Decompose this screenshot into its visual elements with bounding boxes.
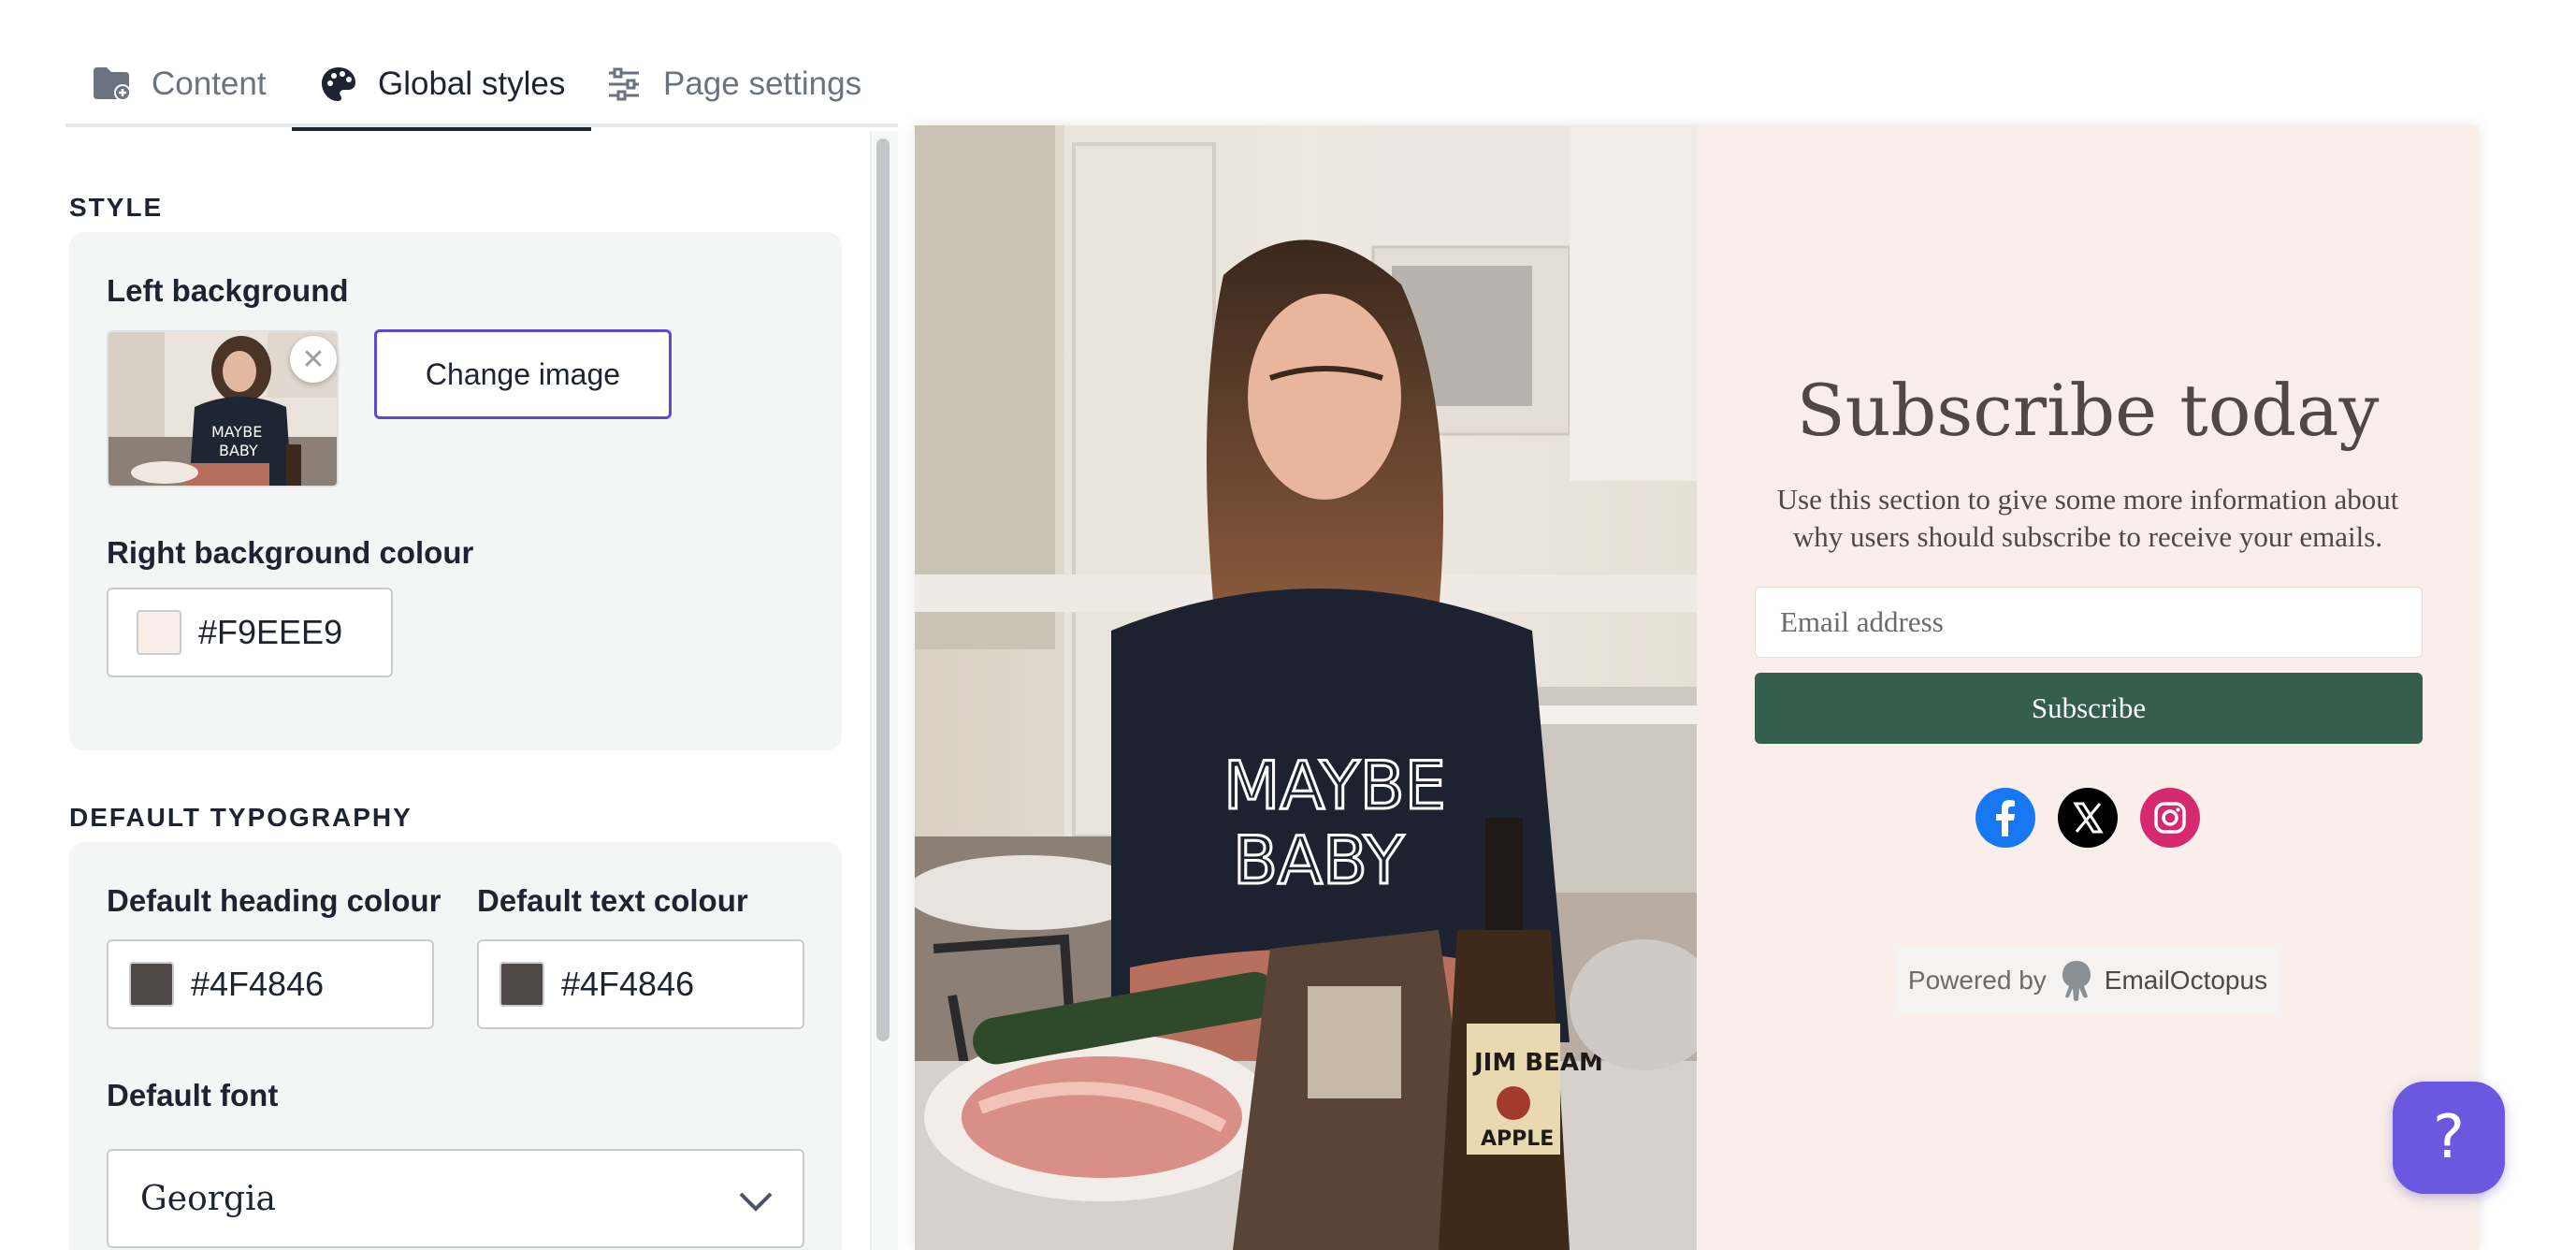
powered-by-badge[interactable]: Powered by EmailOctopus xyxy=(1896,947,2279,1014)
settings-panel: STYLE Left background MAYBE BABY ✕ Chang… xyxy=(65,131,879,1250)
default-font-label: Default font xyxy=(107,1078,279,1112)
text-colour-value: #4F4846 xyxy=(561,965,695,1003)
style-section-title: STYLE xyxy=(69,193,164,222)
typography-card: Default heading colour #4F4846 Default t… xyxy=(69,842,842,1250)
svg-text:JIM BEAM: JIM BEAM xyxy=(1472,1049,1603,1077)
social-links xyxy=(1697,788,2479,848)
tab-label: Page settings xyxy=(663,65,862,102)
question-mark-icon: ? xyxy=(2433,1103,2465,1172)
svg-text:BABY: BABY xyxy=(219,442,258,459)
text-colour-swatch[interactable] xyxy=(499,962,544,1007)
typography-section-title: DEFAULT TYPOGRAPHY xyxy=(69,803,412,832)
palette-icon xyxy=(318,64,359,105)
left-background-photo: MAYBE BABY JIM BEAM APPLE xyxy=(915,125,1697,1250)
svg-text:MAYBE: MAYBE xyxy=(1223,748,1446,824)
default-heading-colour-input[interactable]: #4F4846 xyxy=(107,939,434,1029)
page-preview: MAYBE BABY JIM BEAM APPLE Subscribe toda… xyxy=(915,125,2479,1250)
tab-label: Content xyxy=(152,65,267,102)
heading-colour-swatch[interactable] xyxy=(129,962,174,1007)
instagram-icon[interactable] xyxy=(2140,788,2200,848)
svg-text:MAYBE: MAYBE xyxy=(211,423,262,441)
left-background-label: Left background xyxy=(107,273,349,308)
right-content-area: Subscribe today Use this section to give… xyxy=(1697,125,2479,1250)
default-text-colour-label: Default text colour xyxy=(477,883,748,918)
sliders-icon xyxy=(603,64,644,105)
right-background-colour-label: Right background colour xyxy=(107,535,474,570)
default-font-value: Georgia xyxy=(140,1179,276,1218)
preview-heading: Subscribe today xyxy=(1796,369,2380,452)
tab-label: Global styles xyxy=(378,65,566,102)
folder-plus-icon xyxy=(92,64,133,105)
right-background-colour-value: #F9EEE9 xyxy=(198,613,343,651)
chevron-down-icon xyxy=(739,1192,773,1212)
svg-text:BABY: BABY xyxy=(1233,822,1404,899)
panel-scrollbar-thumb[interactable] xyxy=(876,138,890,1041)
default-text-colour-input[interactable]: #4F4846 xyxy=(477,939,804,1029)
tab-page-settings[interactable]: Page settings xyxy=(603,41,861,127)
default-heading-colour-label: Default heading colour xyxy=(107,883,441,918)
tab-content[interactable]: Content xyxy=(92,41,267,127)
right-background-colour-input[interactable]: #F9EEE9 xyxy=(107,588,393,677)
brand-name: EmailOctopus xyxy=(2104,966,2268,995)
x-icon[interactable] xyxy=(2058,788,2118,848)
powered-by-label: Powered by xyxy=(1907,966,2047,995)
editor-tabs: Content Global styles Page settings xyxy=(65,41,898,131)
heading-colour-value: #4F4846 xyxy=(191,965,325,1003)
right-background-swatch[interactable] xyxy=(137,610,181,655)
facebook-icon[interactable] xyxy=(1975,788,2035,848)
octopus-logo-icon xyxy=(2062,961,2091,1001)
style-card: Left background MAYBE BABY ✕ Change imag… xyxy=(69,232,842,750)
help-button[interactable]: ? xyxy=(2393,1082,2505,1194)
remove-image-button[interactable]: ✕ xyxy=(290,336,337,383)
subscribe-button[interactable]: Subscribe xyxy=(1755,673,2423,744)
default-font-select[interactable]: Georgia xyxy=(107,1149,804,1248)
svg-text:APPLE: APPLE xyxy=(1481,1127,1554,1151)
close-icon: ✕ xyxy=(301,343,326,375)
change-image-button[interactable]: Change image xyxy=(374,329,672,419)
email-input[interactable]: Email address xyxy=(1755,587,2423,658)
tab-global-styles[interactable]: Global styles xyxy=(292,41,592,131)
preview-subtext: Use this section to give some more infor… xyxy=(1776,483,2399,553)
